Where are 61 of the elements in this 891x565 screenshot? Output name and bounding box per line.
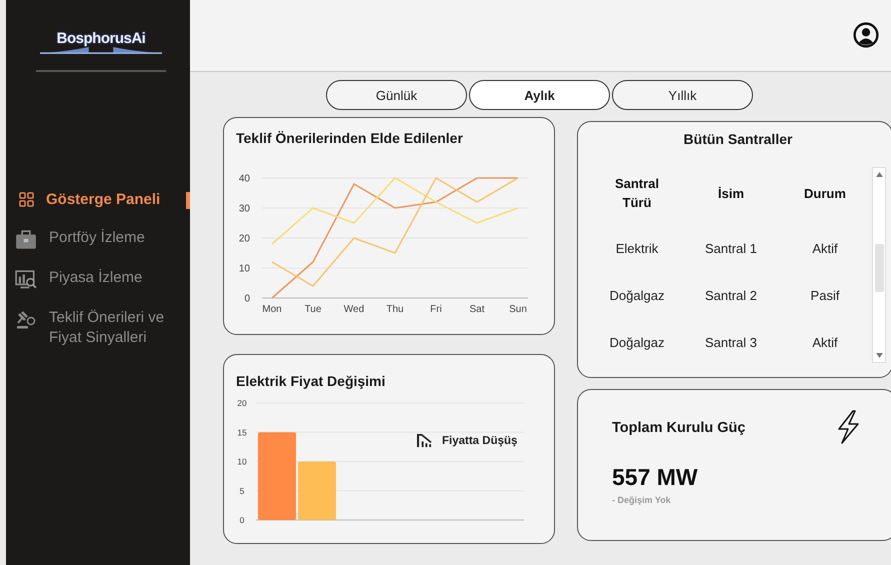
axis-label: 10 (237, 456, 247, 466)
grid-icon (19, 192, 34, 207)
axis-label: Fri (430, 304, 442, 315)
axis-label: 20 (238, 234, 250, 244)
scroll-down-icon[interactable] (876, 353, 882, 358)
logo-text: BosphorusAi (56, 30, 146, 47)
card-title: Elektrik Fiyat Değişimi (236, 373, 386, 389)
table-cell-text: Doğalgaz (608, 288, 666, 303)
axis-label: Wed (344, 304, 364, 315)
table-cell-text: Doğalgaz (608, 335, 666, 350)
axis-label: Mon (262, 304, 282, 315)
axis-label: 30 (238, 204, 250, 214)
lightning-icon (836, 410, 860, 444)
table-cell-text: Aktif (811, 241, 839, 256)
active-indicator (186, 192, 190, 209)
stat-value: 557 MW (612, 464, 699, 491)
nav-item[interactable]: Teklif Önerileri ve Fiyat Sinyalleri (6, 308, 190, 348)
table-cell-text: Santral 3 (704, 335, 758, 350)
scroll-thumb[interactable] (875, 244, 884, 292)
briefcase-icon (15, 230, 37, 250)
period-tab[interactable]: Yıllık (612, 80, 753, 110)
scroll-up-icon[interactable] (876, 172, 882, 177)
axis-label: 10 (238, 264, 250, 274)
axis-label: 0 (244, 294, 250, 304)
axis-label: 5 (240, 486, 244, 496)
axis-label: Sun (509, 304, 527, 315)
nav-item[interactable]: Piyasa İzleme (6, 268, 190, 290)
axis-label: Tue (304, 304, 322, 315)
price-drop-icon (416, 433, 433, 448)
axis-label: Thu (386, 304, 404, 315)
table-cell-text: Pasif (810, 288, 840, 303)
legend-label: Fiyatta Düşüş (442, 434, 518, 446)
gavel-icon (15, 310, 37, 330)
nav-label: Teklif Önerileri ve Fiyat Sinyalleri (49, 308, 166, 348)
bridge-logo-icon (40, 47, 162, 54)
table-cell-text: Santral 2 (704, 288, 758, 303)
table-cell-text: Aktif (811, 335, 839, 350)
monitor-chart-icon (15, 270, 37, 290)
axis-label: 15 (237, 427, 247, 438)
axis-label: Sat (470, 304, 484, 315)
axis-label: 40 (238, 174, 250, 184)
user-icon[interactable] (853, 22, 879, 48)
card-title: Teklif Önerilerinden Elde Edilenler (236, 130, 464, 146)
scrollbar[interactable] (872, 167, 886, 363)
column-header: Santral Türü (614, 175, 660, 212)
nav-label: Piyasa İzleme (49, 268, 144, 288)
table-cell-text: Elektrik (614, 241, 660, 256)
nav-label: Portföy İzleme (49, 228, 146, 248)
card-title: Toplam Kurulu Güç (612, 420, 746, 436)
stat-change: - Değişim Yok (612, 495, 672, 505)
nav-item[interactable]: Portföy İzleme (6, 228, 190, 250)
axis-label: 20 (237, 398, 247, 408)
card-title: Bütün Santraller (682, 131, 794, 147)
column-header: Durum (803, 184, 847, 202)
table-cell-text: Santral 1 (704, 241, 758, 256)
axis-label: 0 (240, 515, 244, 525)
period-tab[interactable]: Aylık (469, 80, 610, 110)
period-tab[interactable]: Günlük (326, 80, 467, 110)
nav-label: Gösterge Paneli (46, 190, 162, 210)
column-header: İsim (716, 184, 745, 202)
nav-item[interactable]: Gösterge Paneli (6, 190, 190, 210)
